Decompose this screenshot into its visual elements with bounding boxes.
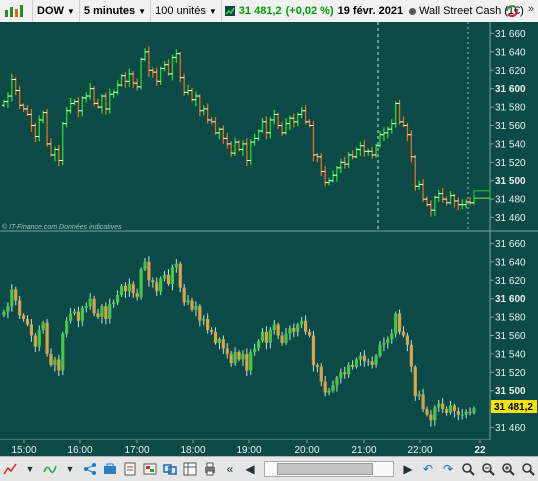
time-scrollbar[interactable] [264,461,394,477]
top-price-axis: 31 660 31 640 31 620 31 600 31 580 31 560 31 5… [490,29,526,224]
scroll-left-small-icon[interactable]: ◀ [241,460,259,478]
top-toolbar: DOW ▼ 5 minutes ▼ 100 unités ▼ 31 481,2 … [0,0,538,23]
price-tick-label: 31 580 [495,313,526,324]
price-tick-label: 31 540 [495,349,526,360]
price-tick-label: 31 660 [495,29,526,40]
timeframe-label: 5 minutes [83,5,136,17]
time-tick-label: 15:00 [11,445,36,456]
time-tick-label: 16:00 [67,445,92,456]
price-change: (+0,02 %) [285,5,334,17]
price-tick-label: 31 600 [495,294,526,305]
price-tick-label: 31 500 [495,176,526,187]
quote-info: 31 481,2 (+0,02 %) 19 févr. 2021 Wall St… [222,0,528,22]
price-tick-label: 31 480 [495,195,526,206]
price-tick-label: 31 640 [495,257,526,268]
candle [397,309,402,335]
status-dot-icon [409,7,417,15]
bar-chart-icon [5,5,23,17]
last-price-marker: 31 481,2 [491,400,537,413]
price-tick-label: 31 620 [495,276,526,287]
undo-icon[interactable]: ↶ [419,460,437,478]
price-tick-label: 31 500 [495,386,526,397]
share-icon[interactable] [81,460,99,478]
chevron-down-icon: ▼ [138,6,147,16]
symbol-label: DOW [37,5,64,17]
price-tick-label: 31 460 [495,213,526,224]
symbol-selector[interactable]: DOW ▼ [33,0,80,22]
toolbox-icon[interactable] [101,460,119,478]
candle [413,364,417,401]
zoom-in-icon[interactable] [499,460,517,478]
chevron-down-icon[interactable]: ▼ [61,460,79,478]
expand-arrows-icon[interactable]: » [528,3,534,15]
time-tick-label: 21:00 [351,445,376,456]
print-icon[interactable] [201,460,219,478]
redo-icon[interactable]: ↷ [439,460,457,478]
bottom-toolbar: ▼ ▼ « ◀ ▶ ↶ ↷ [0,456,538,481]
price-chart-icon [224,6,235,16]
price-tick-label: 31 560 [495,331,526,342]
time-tick-label: 17:00 [124,445,149,456]
price-tick-label: 31 620 [495,66,526,77]
zoom-fit-icon[interactable] [459,460,477,478]
candle [92,295,96,317]
time-tick-label: 20:00 [294,445,319,456]
zoom-reset-icon[interactable] [519,460,537,478]
chevron-down-icon: ▼ [208,6,217,16]
candle [139,267,143,300]
table-icon[interactable] [181,460,199,478]
chart-type-icon[interactable] [1,460,19,478]
candle [45,318,49,357]
price-tick-label: 31 640 [495,47,526,58]
price-tick-label: 31 660 [495,239,526,250]
candle [394,311,398,338]
time-tick-label: 22:00 [407,445,432,456]
watermark: © IT-Finance.com Données indicatives [2,223,122,231]
scroll-thumb[interactable] [277,463,373,475]
units-selector[interactable]: 100 unités ▼ [151,0,222,22]
candle [61,331,65,376]
time-tick-label: 19:00 [236,445,261,456]
scroll-right-icon[interactable]: ▶ [399,460,417,478]
chart-area[interactable]: © IT-Finance.com Données indicatives 31 … [0,22,538,456]
units-label: 100 unités [155,5,206,17]
indicator-icon[interactable] [41,460,59,478]
price-tick-label: 31 560 [495,121,526,132]
alerts-icon[interactable] [141,460,159,478]
link-icon[interactable] [161,460,179,478]
price-tick-label: 31 540 [495,139,526,150]
price-tick-label: 31 600 [495,84,526,95]
price-tick-label: 31 520 [495,158,526,169]
refresh-icon[interactable] [504,3,520,22]
time-tick-label: 18:00 [180,445,205,456]
last-price-marker-label: 31 481,2 [494,402,533,413]
scroll-left-icon[interactable]: « [221,460,239,478]
chevron-down-icon: ▼ [66,6,75,16]
quote-date: 19 févr. 2021 [337,5,404,17]
zoom-out-icon[interactable] [479,460,497,478]
price-tick-label: 31 460 [495,423,526,434]
price-tick-label: 31 520 [495,368,526,379]
timeframe-selector[interactable]: 5 minutes ▼ [80,0,152,22]
view-menu-button[interactable] [0,0,33,22]
notes-icon[interactable] [121,460,139,478]
chevron-down-icon[interactable]: ▼ [21,460,39,478]
price-tick-label: 31 580 [495,103,526,114]
last-price: 31 481,2 [238,5,282,17]
time-tick-label: 22 [474,445,486,456]
candle [119,283,124,297]
